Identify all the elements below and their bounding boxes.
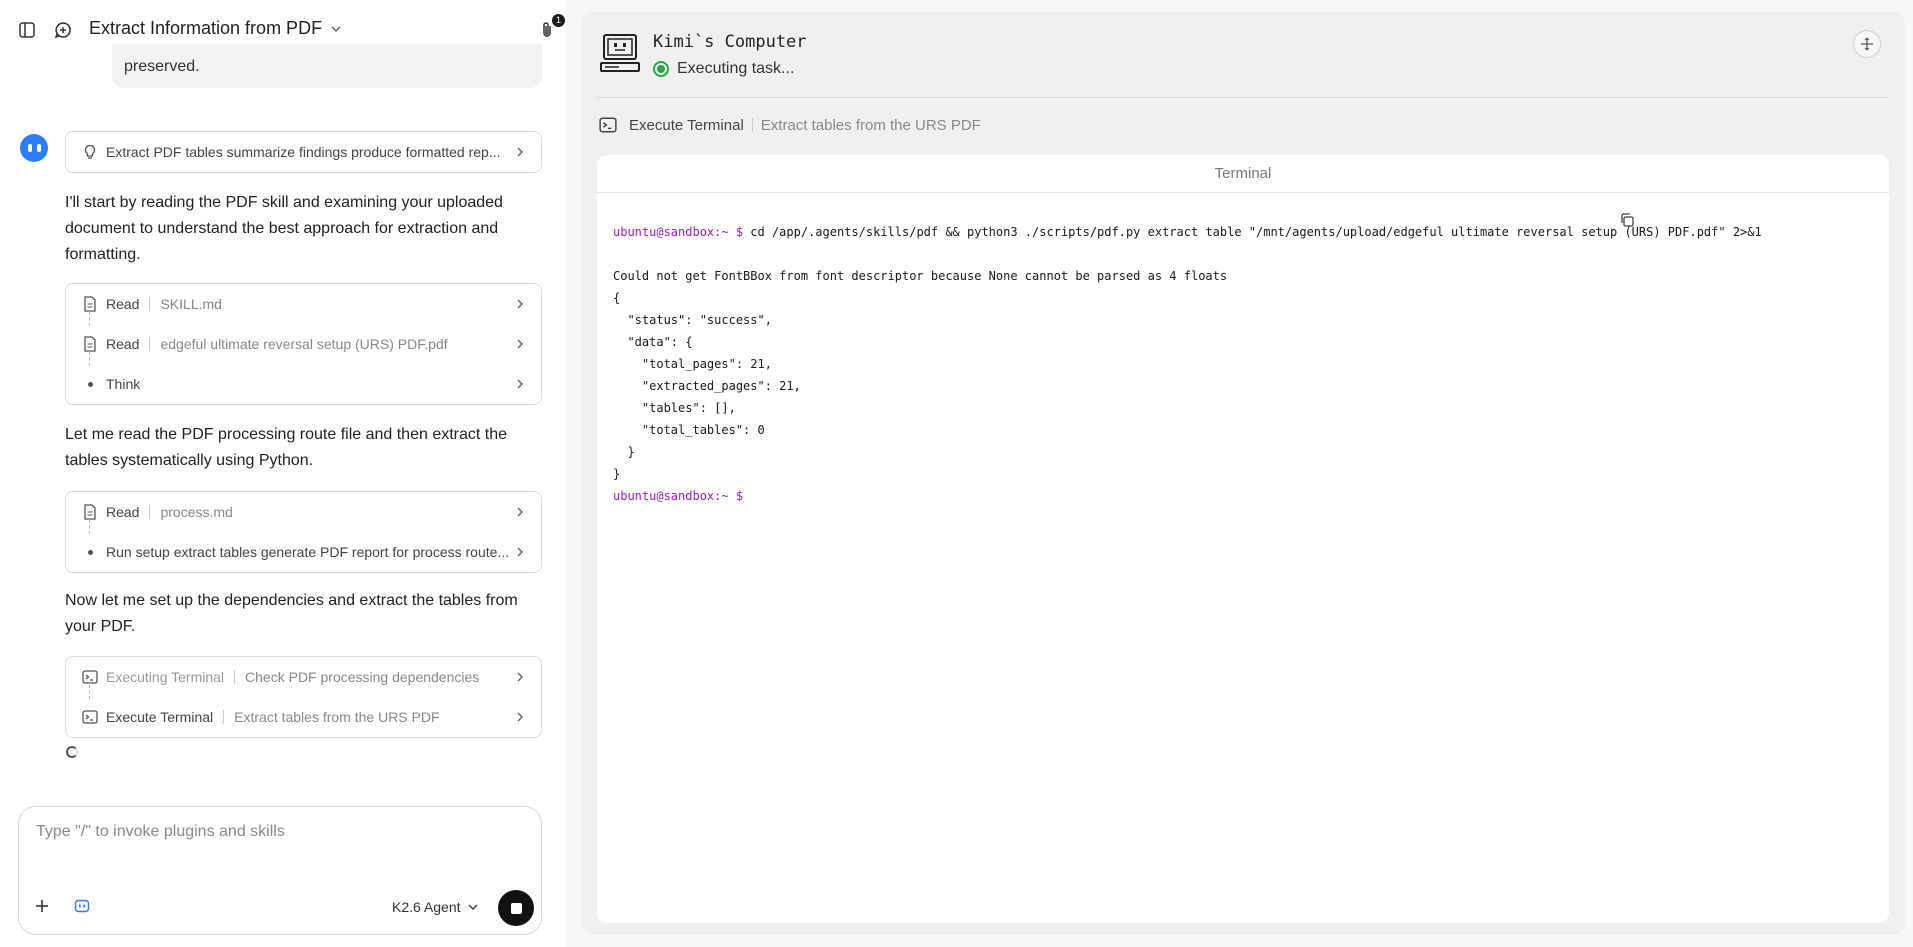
step-label: Execute Terminal xyxy=(106,709,214,725)
step-run-setup[interactable]: Run setup extract tables generate PDF re… xyxy=(66,532,541,572)
step-detail: edgeful ultimate reversal setup (URS) PD… xyxy=(160,336,448,352)
chevron-right-icon xyxy=(513,545,527,559)
task-summary-row[interactable]: Extract PDF tables summarize findings pr… xyxy=(66,132,541,172)
expand-icon xyxy=(1861,37,1873,51)
assistant-avatar xyxy=(20,134,48,162)
chevron-right-icon xyxy=(513,297,527,311)
file-icon xyxy=(82,504,98,520)
model-selector[interactable]: K2.6 Agent xyxy=(392,899,479,915)
file-icon xyxy=(82,296,98,312)
step-label: Read xyxy=(106,296,140,312)
tool-breadcrumb: Execute Terminal Extract tables from the… xyxy=(599,116,981,134)
chevron-right-icon xyxy=(513,710,527,724)
step-detail: process.md xyxy=(160,504,233,520)
computer-icon xyxy=(599,32,641,74)
panel-divider xyxy=(597,97,1889,98)
add-icon[interactable] xyxy=(33,897,51,915)
agent-mode-icon[interactable] xyxy=(73,897,91,915)
dot-icon xyxy=(82,376,98,392)
computer-panel: Kimi`s Computer Executing task... Execut… xyxy=(581,12,1905,935)
message-input-box[interactable]: Type "/" to invoke plugins and skills K2… xyxy=(18,806,542,935)
step-execute-terminal[interactable]: Execute Terminal Extract tables from the… xyxy=(66,697,541,737)
file-icon xyxy=(82,336,98,352)
breadcrumb-label: Execute Terminal xyxy=(629,116,744,134)
status-text: Executing task... xyxy=(677,60,795,77)
chevron-right-icon xyxy=(513,377,527,391)
conversation-title-text: Extract Information from PDF xyxy=(89,18,323,38)
stop-button[interactable] xyxy=(498,890,534,926)
terminal-icon xyxy=(82,709,98,725)
chevron-right-icon xyxy=(513,337,527,351)
terminal-output: Could not get FontBBox from font descrip… xyxy=(613,269,1228,481)
step-read-skill[interactable]: Read SKILL.md xyxy=(66,284,541,324)
terminal-icon xyxy=(82,669,98,685)
chevron-right-icon xyxy=(513,505,527,519)
task-summary-card[interactable]: Extract PDF tables summarize findings pr… xyxy=(65,131,542,173)
task-status: Executing task... xyxy=(653,60,794,78)
new-chat-icon[interactable] xyxy=(53,20,73,40)
attachment-count-badge: 1 xyxy=(552,14,565,27)
steps-group-2: Read process.md Run setup extract tables… xyxy=(65,491,542,573)
step-read-pdf[interactable]: Read edgeful ultimate reversal setup (UR… xyxy=(66,324,541,364)
step-detail: Check PDF processing dependencies xyxy=(245,669,480,685)
terminal-prompt: ubuntu@sandbox:~ $ xyxy=(613,225,744,239)
chevron-down-icon xyxy=(331,25,341,32)
step-think[interactable]: Think xyxy=(66,364,541,404)
step-label: Think xyxy=(106,376,141,392)
terminal-icon xyxy=(599,117,617,133)
loading-spinner-icon xyxy=(66,746,78,758)
breadcrumb-detail: Extract tables from the URS PDF xyxy=(760,116,981,134)
terminal-output-area: ubuntu@sandbox:~ $ cd /app/.agents/skill… xyxy=(613,221,1873,507)
chat-panel: Extract Information from PDF 1 preserved… xyxy=(0,0,566,947)
stop-icon xyxy=(510,902,522,914)
assistant-message-3: Now let me set up the dependencies and e… xyxy=(65,592,518,635)
message-input[interactable]: Type "/" to invoke plugins and skills xyxy=(36,823,285,841)
step-executing-terminal[interactable]: Executing Terminal Check PDF processing … xyxy=(66,657,541,697)
step-read-process[interactable]: Read process.md xyxy=(66,492,541,532)
computer-title: Kimi`s Computer xyxy=(653,32,807,52)
steps-group-3: Executing Terminal Check PDF processing … xyxy=(65,656,542,738)
expand-button[interactable] xyxy=(1853,30,1881,58)
step-label: Executing Terminal xyxy=(106,669,225,685)
assistant-message-2: Let me read the PDF processing route fil… xyxy=(65,426,508,469)
terminal-command: cd /app/.agents/skills/pdf && python3 ./… xyxy=(743,225,1762,239)
step-label: Read xyxy=(106,336,140,352)
model-name: K2.6 Agent xyxy=(392,899,461,915)
user-message-bubble: preserved. xyxy=(112,44,542,88)
steps-group-1: Read SKILL.md Read edgeful ultimate reve… xyxy=(65,283,542,405)
terminal-window[interactable]: Terminal ubuntu@sandbox:~ $ cd /app/.age… xyxy=(597,155,1889,923)
step-detail: Extract tables from the URS PDF xyxy=(234,709,440,725)
sidebar-toggle-icon[interactable] xyxy=(17,20,37,40)
step-detail: SKILL.md xyxy=(160,296,222,312)
step-label: Run setup extract tables generate PDF re… xyxy=(106,544,510,560)
assistant-message-1: I'll start by reading the PDF skill and … xyxy=(65,194,503,263)
conversation-title[interactable]: Extract Information from PDF xyxy=(89,18,342,39)
task-summary-text: Extract PDF tables summarize findings pr… xyxy=(106,144,501,160)
terminal-title: Terminal xyxy=(597,155,1889,193)
dot-icon xyxy=(82,544,98,560)
step-label: Read xyxy=(106,504,140,520)
user-message-text: preserved. xyxy=(124,58,200,75)
terminal-prompt-final: ubuntu@sandbox:~ $ xyxy=(613,489,744,503)
chevron-right-icon xyxy=(513,670,527,684)
status-dot-icon xyxy=(653,61,669,77)
chevron-down-icon xyxy=(467,904,478,911)
chevron-right-icon xyxy=(513,145,527,159)
lightbulb-icon xyxy=(82,144,98,160)
